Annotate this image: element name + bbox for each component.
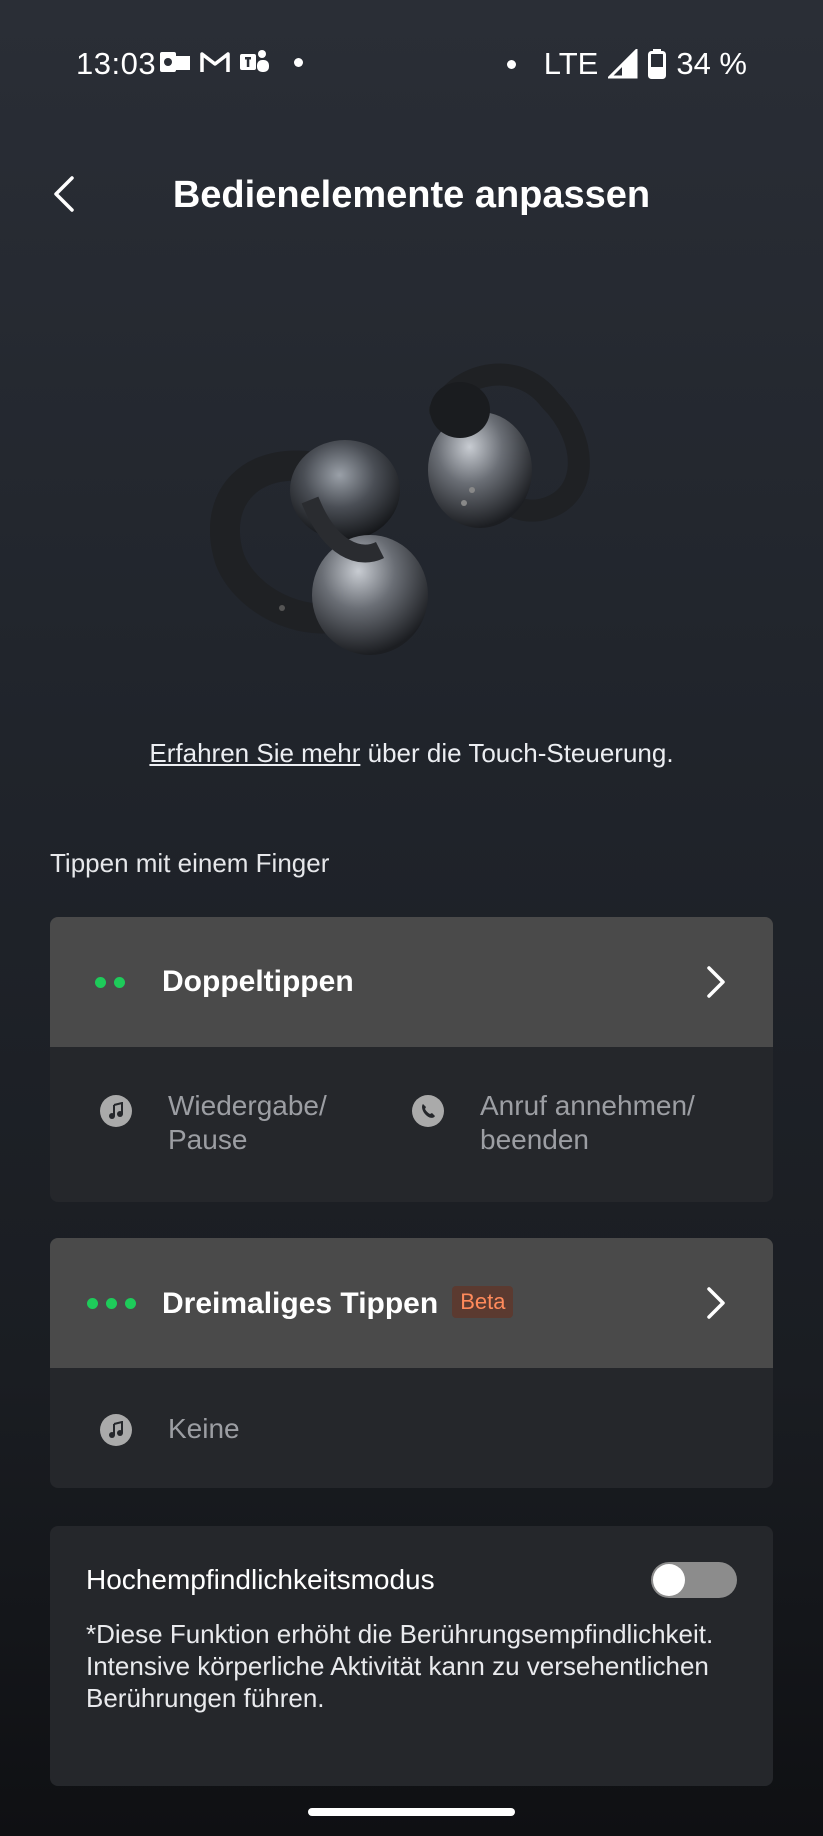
double-tap-dots-icon	[95, 976, 125, 988]
sensitivity-toggle[interactable]	[651, 1562, 737, 1598]
double-tap-title: Doppeltippen	[162, 965, 354, 998]
option-answer-call: Anruf annehmen/ beenden	[412, 1089, 695, 1157]
teams-icon	[240, 50, 269, 72]
option-label: Anruf annehmen/ beenden	[480, 1090, 695, 1155]
option-none: Keine	[100, 1412, 240, 1446]
gmail-icon	[200, 52, 230, 72]
app-header: Bedienelemente anpassen	[0, 160, 823, 230]
page-title: Bedienelemente anpassen	[172, 174, 651, 216]
learn-more-text: Erfahren Sie mehr über die Touch-Steueru…	[0, 738, 823, 769]
music-note-icon	[100, 1414, 132, 1446]
notification-icons	[160, 48, 303, 76]
battery-percent: 34 %	[676, 46, 747, 81]
earbuds-image	[210, 363, 590, 655]
triple-tap-title-text: Dreimaliges Tippen	[162, 1286, 439, 1320]
triple-tap-header[interactable]: Dreimaliges Tippen Beta	[50, 1238, 773, 1368]
chevron-right-icon	[707, 1287, 725, 1319]
battery-icon	[648, 49, 667, 79]
home-indicator[interactable]	[308, 1808, 515, 1816]
option-label: Keine	[168, 1413, 240, 1444]
sensitivity-card: Hochempfindlichkeitsmodus *Diese Funktio…	[50, 1526, 773, 1786]
status-right: LTE 34 %	[506, 46, 747, 82]
triple-tap-title: Dreimaliges Tippen Beta	[162, 1285, 514, 1321]
more-notifications-dot	[294, 57, 303, 67]
network-type: LTE	[543, 46, 599, 81]
double-tap-options: Wiedergabe/ Pause Anruf annehmen/ beende…	[50, 1047, 773, 1202]
outlook-icon	[160, 52, 190, 72]
sensitivity-label: Hochempfindlichkeitsmodus	[86, 1564, 435, 1595]
learn-more-link[interactable]: Erfahren Sie mehr	[149, 738, 360, 768]
signal-icon	[608, 49, 638, 79]
learn-more-suffix: über die Touch-Steuerung.	[360, 738, 674, 768]
beta-badge: Beta	[452, 1285, 514, 1318]
option-play-pause: Wiedergabe/ Pause	[100, 1089, 327, 1157]
section-label: Tippen mit einem Finger	[50, 848, 330, 878]
sensitivity-description: *Diese Funktion erhöht die Berührungsemp…	[86, 1619, 714, 1713]
status-bar: 13:03 LTE 34 %	[0, 0, 823, 130]
double-tap-header[interactable]: Doppeltippen	[50, 917, 773, 1047]
status-dot	[506, 59, 516, 69]
music-note-icon	[100, 1095, 132, 1127]
double-tap-card: Doppeltippen Wiedergabe/ Pause Anruf ann…	[50, 917, 773, 1202]
triple-tap-dots-icon	[87, 1297, 136, 1309]
phone-icon	[412, 1095, 444, 1127]
triple-tap-options: Keine	[50, 1368, 773, 1488]
chevron-right-icon	[707, 966, 725, 998]
triple-tap-card: Dreimaliges Tippen Beta Keine	[50, 1238, 773, 1488]
toggle-knob	[653, 1564, 685, 1596]
status-time: 13:03	[76, 46, 157, 81]
option-label: Wiedergabe/ Pause	[168, 1090, 327, 1155]
